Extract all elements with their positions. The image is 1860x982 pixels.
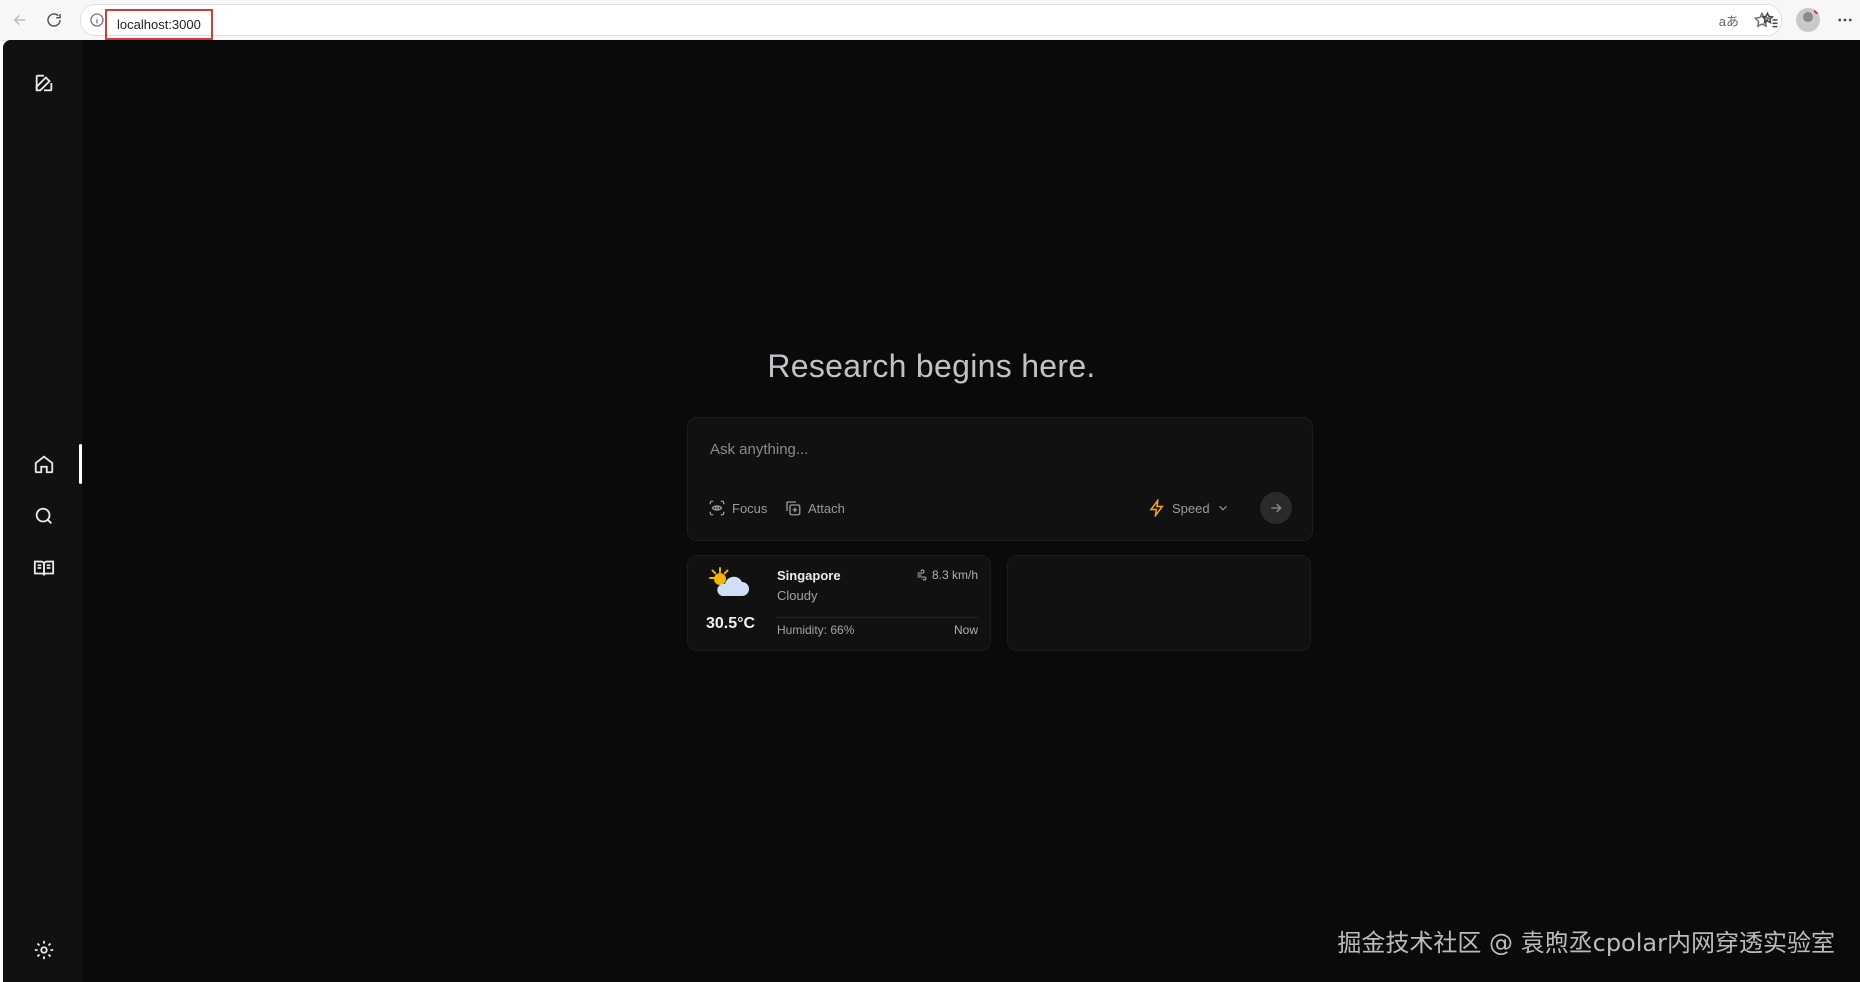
copy-plus-icon (786, 501, 801, 516)
attach-label: Attach (808, 500, 845, 516)
reload-icon (47, 13, 61, 27)
weather-condition: Cloudy (777, 588, 818, 603)
read-aloud-icon[interactable]: aあ (1719, 11, 1739, 30)
focus-label: Focus (732, 500, 768, 516)
sidebar (3, 40, 83, 982)
page-title: Research begins here. (767, 348, 1096, 384)
temperature: 30.5°C (706, 615, 756, 632)
url-text[interactable]: localhost:3000 (105, 9, 213, 40)
more-icon[interactable] (1836, 11, 1854, 29)
wind-value: 8.3 km/h (931, 568, 978, 582)
focus-button[interactable]: Focus (708, 498, 767, 518)
watermark: 掘金技术社区 @ 袁煦丞cpolar内网穿透实验室 (1337, 929, 1835, 957)
notification-dot (1814, 8, 1820, 14)
chevron-down-icon (1218, 505, 1227, 511)
weather-city: Singapore (777, 568, 841, 583)
ask-box: Focus Attach Speed (687, 417, 1313, 541)
app-window: Research begins here. Focus Attach Speed (3, 40, 1860, 982)
send-button[interactable] (1260, 492, 1292, 524)
favorites-icon[interactable] (1760, 10, 1780, 30)
empty-widget-card (1007, 555, 1311, 651)
home-icon (34, 455, 54, 474)
scan-eye-icon (709, 500, 725, 516)
address-bar[interactable]: localhost:3000 aあ (80, 4, 1782, 40)
wind-speed: 8.3 km/h (916, 568, 978, 582)
humidity: Humidity: 66% (777, 623, 855, 637)
reload-button[interactable] (42, 8, 66, 32)
sidebar-item-home[interactable] (31, 451, 57, 477)
speed-mode-button[interactable]: Speed (1148, 498, 1230, 518)
arrow-right-icon (1271, 503, 1282, 513)
active-indicator (79, 444, 82, 484)
partly-cloudy-icon (709, 567, 749, 596)
back-button[interactable] (8, 8, 32, 32)
sidebar-item-discover[interactable] (31, 503, 57, 529)
lightning-icon (1149, 499, 1164, 517)
browser-toolbar: localhost:3000 aあ (0, 0, 1860, 41)
wind-icon (917, 569, 927, 581)
info-icon[interactable] (89, 12, 105, 28)
search-icon (35, 507, 52, 524)
edit-icon (35, 74, 53, 92)
new-chat-button[interactable] (31, 70, 57, 96)
divider (777, 617, 978, 618)
book-open-icon (33, 560, 55, 576)
settings-button[interactable] (31, 937, 57, 963)
arrow-left-icon (13, 14, 26, 26)
speed-label: Speed (1172, 500, 1210, 516)
search-input[interactable] (708, 436, 1292, 462)
profile-avatar[interactable] (1796, 8, 1820, 32)
weather-time: Now (953, 623, 978, 637)
weather-widget[interactable]: 30.5°C Singapore Cloudy 8.3 km/h Humidit… (687, 555, 991, 651)
gear-icon (34, 940, 54, 960)
sidebar-item-library[interactable] (31, 555, 57, 581)
attach-button[interactable]: Attach (784, 498, 845, 518)
